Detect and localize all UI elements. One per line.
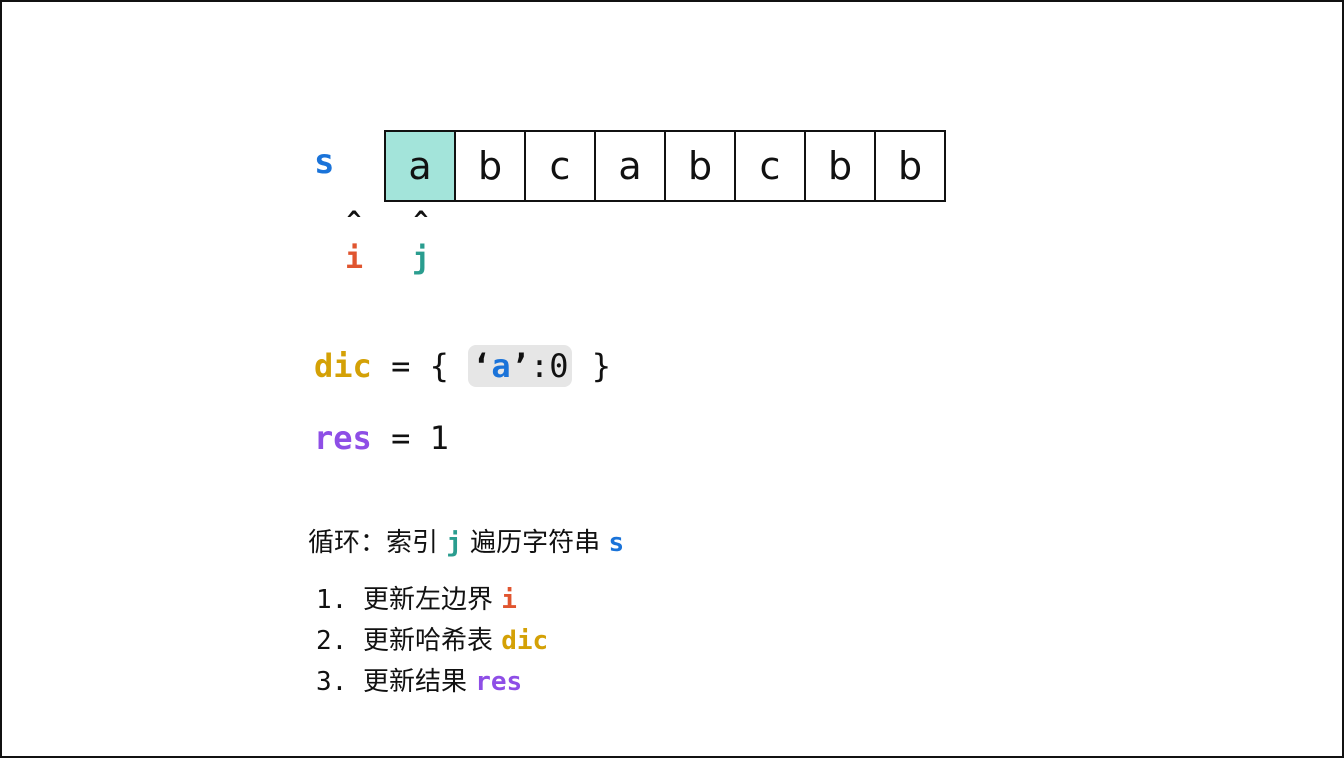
loop-middle: 遍历字符串	[461, 528, 609, 558]
array-cell: b	[804, 130, 876, 202]
res-value: = 1	[371, 419, 449, 457]
string-array: a b c a b c b b	[384, 130, 946, 202]
loop-var-j: j	[446, 528, 462, 558]
step-text: 更新结果	[362, 667, 476, 697]
array-cell: b	[454, 130, 526, 202]
step-number: 3.	[316, 667, 363, 697]
step-number: 2.	[316, 626, 363, 656]
dic-name: dic	[314, 347, 372, 385]
step-number: 1.	[316, 585, 363, 615]
dic-key: a	[491, 347, 511, 385]
dic-close: }	[572, 347, 611, 385]
diagram-frame: s a b c a b c b b ^ i ^ j dic = { ‘a’:0 …	[0, 0, 1344, 758]
array-cell: b	[664, 130, 736, 202]
pointer-i-label: i	[344, 241, 364, 276]
quote-close: ’	[510, 347, 530, 385]
loop-description: 循环：索引 j 遍历字符串 s	[308, 526, 624, 560]
step-text: 更新左边界	[362, 585, 502, 615]
array-cell: c	[734, 130, 806, 202]
list-item: 3. 更新结果 res	[316, 662, 548, 703]
dic-value: :0	[529, 347, 569, 385]
res-line: res = 1	[314, 418, 449, 458]
step-text: 更新哈希表	[362, 626, 502, 656]
steps-list: 1. 更新左边界 i 2. 更新哈希表 dic 3. 更新结果 res	[316, 580, 548, 703]
dic-line: dic = { ‘a’:0 }	[314, 345, 611, 387]
pointer-j-label: j	[411, 241, 431, 276]
step-var: i	[501, 585, 517, 615]
string-label: s	[314, 142, 335, 182]
caret-up-icon: ^	[346, 206, 362, 234]
pointer-j: ^ j	[406, 208, 436, 276]
pointer-i: ^ i	[339, 208, 369, 276]
dic-entry: ‘a’:0	[468, 345, 573, 387]
quote-open: ‘	[472, 347, 492, 385]
dic-equals: = {	[371, 347, 469, 385]
res-name: res	[314, 419, 372, 457]
list-item: 1. 更新左边界 i	[316, 580, 548, 621]
step-var: res	[475, 667, 523, 697]
array-cell: a	[594, 130, 666, 202]
array-cell: c	[524, 130, 596, 202]
caret-up-icon: ^	[413, 206, 429, 234]
step-var: dic	[501, 626, 549, 656]
list-item: 2. 更新哈希表 dic	[316, 621, 548, 662]
loop-var-s: s	[608, 528, 625, 558]
loop-prefix: 循环：索引	[308, 528, 447, 558]
array-cell: a	[384, 130, 456, 202]
array-cell: b	[874, 130, 946, 202]
